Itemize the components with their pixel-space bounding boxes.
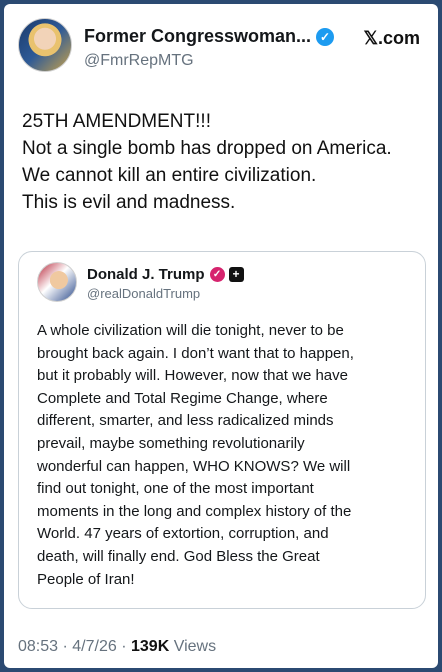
- quoted-text: A whole civilization will die tonight, n…: [37, 320, 423, 591]
- tweet-text: 25TH AMENDMENT!!! Not a single bomb has …: [22, 108, 432, 216]
- quoted-line: World. 47 years of extortion, corruption…: [37, 525, 329, 543]
- quoted-line: A whole civilization will die tonight, n…: [37, 322, 344, 339]
- quoted-line: different, smarter, and less radicalized…: [37, 412, 334, 430]
- tweet-line: Not a single bomb has dropped on America…: [22, 138, 392, 159]
- quoted-author-row: Donald J. Trump ✓ +: [87, 266, 244, 283]
- tweet-line: We cannot kill an entire civilization.: [22, 165, 317, 186]
- post-time[interactable]: 08:53: [18, 638, 58, 655]
- views-label: Views: [173, 638, 217, 655]
- quoted-line: but it probably will. However, now that …: [37, 367, 348, 385]
- quoted-display-name[interactable]: Donald J. Trump: [87, 266, 205, 283]
- post-date[interactable]: 4/7/26: [72, 638, 116, 655]
- quoted-handle[interactable]: @realDonaldTrump: [87, 286, 200, 301]
- author-handle[interactable]: @FmrRepMTG: [84, 52, 194, 70]
- author-name-row: Former Congresswoman... ✓: [84, 26, 335, 47]
- tweet-line: 25TH AMENDMENT!!!: [22, 111, 211, 132]
- quoted-line: moments in the long and complex history …: [37, 502, 352, 520]
- verified-pink-icon: ✓: [209, 267, 225, 282]
- quoted-post[interactable]: Donald J. Trump ✓ + @realDonaldTrump A w…: [18, 251, 426, 609]
- quoted-line: People of Iran!: [37, 570, 135, 588]
- quoted-avatar[interactable]: [37, 262, 77, 302]
- meta-separator: ·: [121, 638, 131, 655]
- tweet-meta: 08:53 · 4/7/26 · 139K Views: [18, 638, 216, 656]
- views-count: 139K: [131, 638, 170, 655]
- source-label: 𝕏.com: [363, 28, 420, 48]
- avatar[interactable]: [18, 18, 72, 72]
- display-name[interactable]: Former Congresswoman...: [84, 26, 311, 47]
- meta-separator: ·: [62, 638, 73, 655]
- quoted-line: death, will finally end. God Bless the G…: [37, 547, 320, 565]
- quoted-line: brought back again. I don’t want that to…: [37, 344, 354, 362]
- tweet-line: This is evil and madness.: [22, 192, 236, 213]
- tweet-header: Former Congresswoman... ✓ @FmrRepMTG 𝕏.c…: [18, 16, 424, 76]
- quoted-line: prevail, maybe something revolutionarily: [37, 434, 305, 452]
- quoted-line: Complete and Total Regime Change, where: [37, 389, 328, 407]
- quoted-line: find out tonight, one of the most import…: [37, 480, 314, 498]
- tweet-screenshot: Former Congresswoman... ✓ @FmrRepMTG 𝕏.c…: [4, 4, 438, 668]
- verified-badge-icon: ✓: [316, 27, 335, 46]
- plus-square-icon: +: [228, 267, 244, 282]
- quoted-line: wonderful can happen, WHO KNOWS? We will: [37, 457, 351, 475]
